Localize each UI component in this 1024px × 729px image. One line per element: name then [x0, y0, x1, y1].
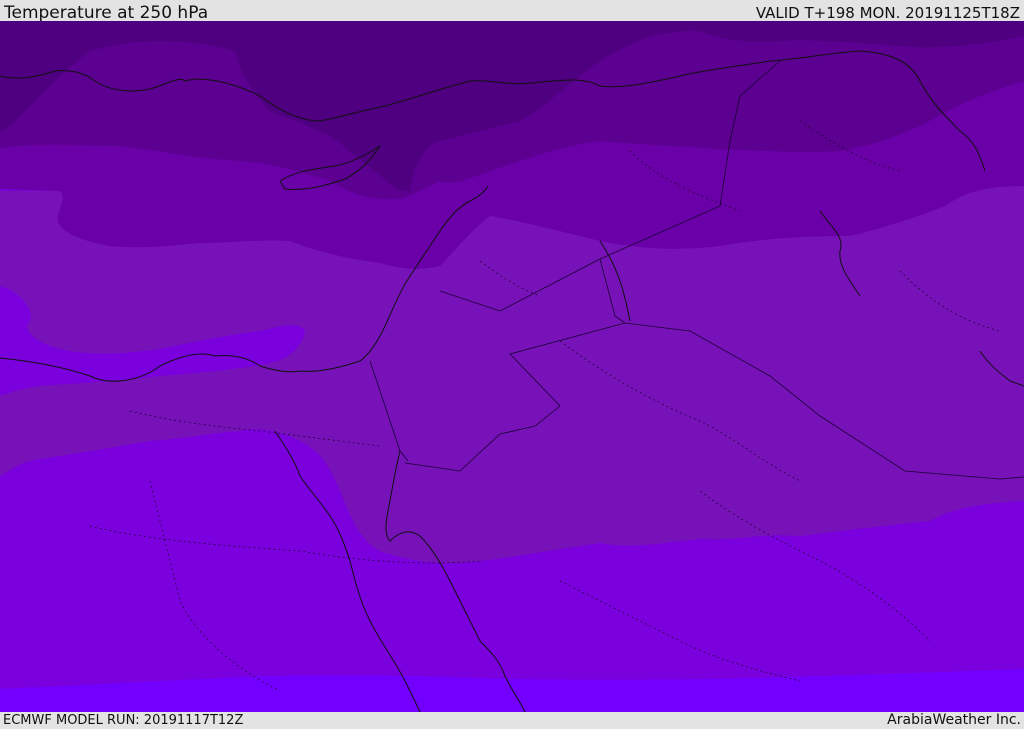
temperature-map[interactable] — [0, 21, 1024, 712]
header-bar: Temperature at 250 hPa VALID T+198 MON. … — [0, 0, 1024, 23]
footer-bar: ECMWF MODEL RUN: 20191117T12Z ArabiaWeat… — [0, 712, 1024, 729]
map-canvas — [0, 21, 1024, 712]
credit-label: ArabiaWeather Inc. — [887, 712, 1021, 728]
model-run-label: ECMWF MODEL RUN: 20191117T12Z — [3, 713, 244, 728]
map-window: Temperature at 250 hPa VALID T+198 MON. … — [0, 0, 1024, 729]
